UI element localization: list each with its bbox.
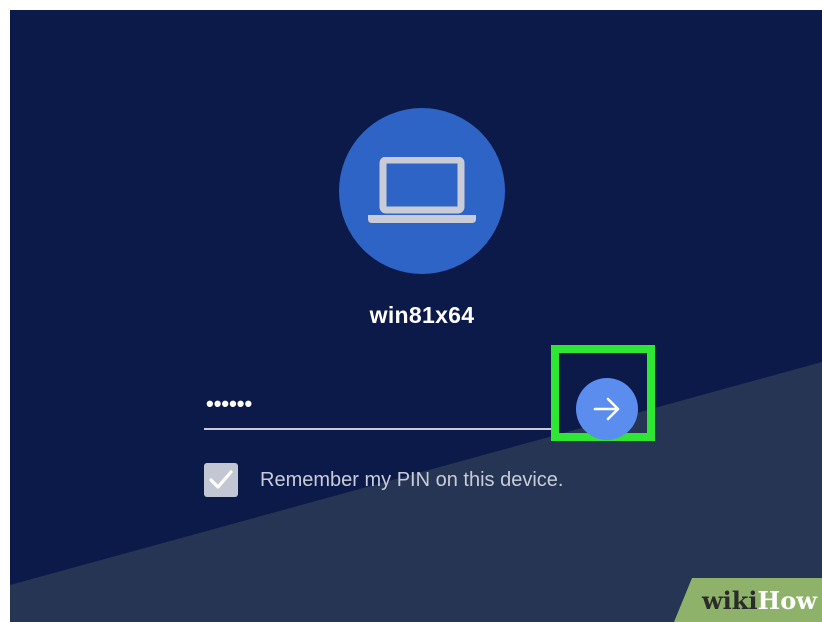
arrow-right-icon [593,397,620,421]
user-avatar [339,108,505,274]
username-label: win81x64 [369,302,475,328]
laptop-icon [368,157,476,223]
checkmark-icon [209,470,233,489]
submit-button[interactable] [576,378,638,440]
watermark-logo-text: wikiHow [702,586,817,615]
remember-pin-label: Remember my PIN on this device. [260,469,564,491]
login-screen: win81x64 •••••• Remember my PIN on this … [10,10,822,622]
remember-pin-checkbox[interactable] [204,463,238,497]
wikihow-watermark: wikiHow [674,578,822,622]
pin-masked-value: •••••• [206,391,253,416]
pin-input[interactable]: •••••• [204,390,554,430]
